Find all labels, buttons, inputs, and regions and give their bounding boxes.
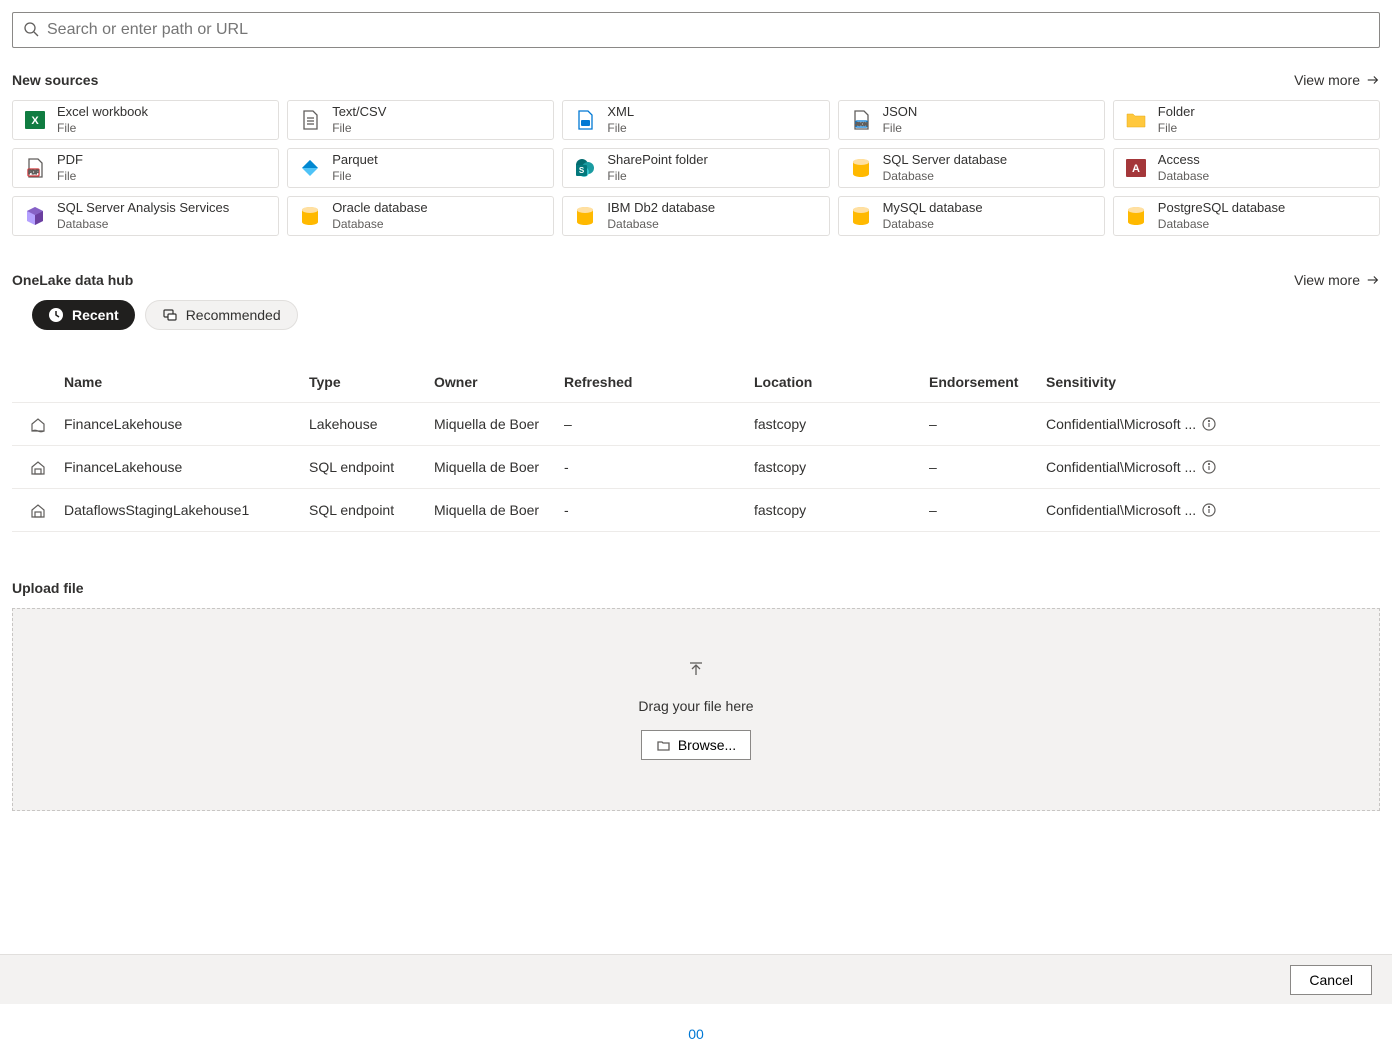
database-icon (1124, 204, 1148, 228)
browse-button[interactable]: Browse... (641, 730, 751, 760)
source-postgresql[interactable]: PostgreSQL databaseDatabase (1113, 196, 1380, 236)
svg-text:A: A (1132, 163, 1140, 175)
source-mysql[interactable]: MySQL databaseDatabase (838, 196, 1105, 236)
footer-bar: Cancel (0, 954, 1392, 1004)
search-bar[interactable] (12, 12, 1380, 48)
access-icon: A (1124, 156, 1148, 180)
source-access[interactable]: A AccessDatabase (1113, 148, 1380, 188)
json-icon: JSON (849, 108, 873, 132)
svg-text:X: X (31, 115, 39, 127)
recommended-icon (162, 307, 178, 323)
onelake-table: Name Type Owner Refreshed Location Endor… (12, 362, 1380, 532)
table-row[interactable]: DataflowsStagingLakehouse1 SQL endpoint … (12, 489, 1380, 532)
onelake-heading: OneLake data hub (12, 272, 133, 288)
svg-text:PDF: PDF (29, 170, 39, 176)
info-icon[interactable] (1202, 503, 1216, 517)
col-location: Location (754, 374, 929, 390)
new-sources-heading: New sources (12, 72, 98, 88)
folder-icon (656, 738, 670, 752)
source-oracle[interactable]: Oracle databaseDatabase (287, 196, 554, 236)
database-icon (849, 156, 873, 180)
svg-text:S: S (579, 166, 585, 175)
svg-text:JSON: JSON (855, 122, 867, 127)
search-icon (23, 21, 39, 40)
arrow-right-icon (1366, 273, 1380, 287)
endpoint-icon (12, 458, 64, 476)
source-excel-workbook[interactable]: X Excel workbookFile (12, 100, 279, 140)
excel-icon: X (23, 108, 47, 132)
source-folder[interactable]: FolderFile (1113, 100, 1380, 140)
source-ssas[interactable]: SQL Server Analysis ServicesDatabase (12, 196, 279, 236)
sharepoint-icon: S (573, 156, 597, 180)
col-sensitivity: Sensitivity (1046, 374, 1226, 390)
source-pdf[interactable]: PDF PDFFile (12, 148, 279, 188)
text-file-icon (298, 108, 322, 132)
folder-icon (1124, 108, 1148, 132)
search-input[interactable] (47, 21, 1369, 39)
table-row[interactable]: FinanceLakehouse SQL endpoint Miquella d… (12, 446, 1380, 489)
arrow-right-icon (1366, 73, 1380, 87)
page-number: 00 (688, 1026, 704, 1042)
col-name: Name (64, 374, 309, 390)
upload-icon (686, 659, 706, 682)
database-icon (849, 204, 873, 228)
source-sql-server[interactable]: SQL Server databaseDatabase (838, 148, 1105, 188)
parquet-icon (298, 156, 322, 180)
col-type: Type (309, 374, 434, 390)
database-icon (298, 204, 322, 228)
cube-icon (23, 204, 47, 228)
upload-heading: Upload file (12, 580, 1380, 596)
source-sharepoint-folder[interactable]: S SharePoint folderFile (562, 148, 829, 188)
source-db2[interactable]: IBM Db2 databaseDatabase (562, 196, 829, 236)
view-more-sources[interactable]: View more (1294, 72, 1380, 88)
source-text-csv[interactable]: Text/CSVFile (287, 100, 554, 140)
database-icon (573, 204, 597, 228)
tab-recent[interactable]: Recent (32, 300, 135, 330)
col-refreshed: Refreshed (564, 374, 754, 390)
source-json[interactable]: JSON JSONFile (838, 100, 1105, 140)
info-icon[interactable] (1202, 460, 1216, 474)
upload-text: Drag your file here (638, 698, 753, 714)
source-parquet[interactable]: ParquetFile (287, 148, 554, 188)
lakehouse-icon (12, 415, 64, 433)
clock-icon (48, 307, 64, 323)
endpoint-icon (12, 501, 64, 519)
info-icon[interactable] (1202, 417, 1216, 431)
table-row[interactable]: FinanceLakehouse Lakehouse Miquella de B… (12, 403, 1380, 446)
tab-recommended[interactable]: Recommended (145, 300, 298, 330)
col-endorsement: Endorsement (929, 374, 1046, 390)
col-owner: Owner (434, 374, 564, 390)
source-xml[interactable]: <> XMLFile (562, 100, 829, 140)
sources-grid: X Excel workbookFile Text/CSVFile <> XML… (12, 100, 1380, 236)
upload-dropzone[interactable]: Drag your file here Browse... (12, 608, 1380, 811)
pdf-icon: PDF (23, 156, 47, 180)
table-header: Name Type Owner Refreshed Location Endor… (12, 362, 1380, 403)
view-more-onelake[interactable]: View more (1294, 272, 1380, 288)
cancel-button[interactable]: Cancel (1290, 965, 1372, 995)
xml-icon: <> (573, 108, 597, 132)
svg-text:<>: <> (583, 121, 589, 127)
